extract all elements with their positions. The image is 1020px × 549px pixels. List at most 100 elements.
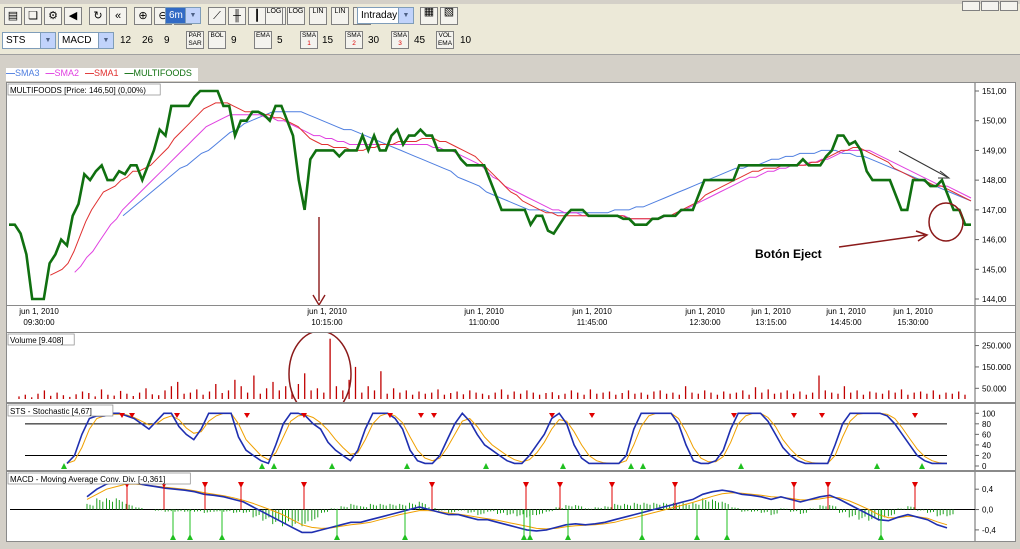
sma1-label: SMA — [301, 32, 317, 39]
stochastic-tick-label: 20 — [982, 451, 991, 460]
rewind-button[interactable]: « — [109, 7, 127, 25]
sma3-index: 3 — [398, 40, 402, 47]
sma1-value[interactable]: 15 — [322, 35, 333, 46]
period-value: 6m — [169, 10, 183, 21]
ema-button[interactable]: EMA — [254, 31, 272, 49]
print-button[interactable]: ▤ — [4, 7, 22, 25]
par-sar-button[interactable]: PAR SAR — [186, 31, 204, 49]
macd-param[interactable]: 12 — [120, 35, 131, 46]
buy-signal-marker — [170, 534, 176, 540]
time-tick-time: 12:30:00 — [689, 318, 721, 327]
time-tick-time: 09:30:00 — [23, 318, 55, 327]
eject-annotation-label: Botón Eject — [755, 247, 822, 261]
buy-signal-marker — [527, 534, 533, 540]
chevron-down-icon: ▼ — [98, 33, 113, 48]
macd-param[interactable]: 26 — [142, 35, 153, 46]
refresh-icon: ↻ — [93, 10, 103, 22]
time-tick-date: jun 1, 2010 — [892, 307, 933, 316]
copy-button[interactable]: ❏ — [24, 7, 42, 25]
legend-item: —MULTIFOODS — [125, 68, 192, 78]
vol-ema-value[interactable]: 10 — [460, 35, 471, 46]
line-chart-icon: ⟋ — [213, 10, 221, 22]
close-window-button[interactable] — [1000, 1, 1018, 11]
indicators-button[interactable]: ▦ — [420, 7, 438, 25]
mode-value: Intraday — [361, 10, 398, 21]
sound-button[interactable]: ◀ — [64, 7, 82, 25]
ema-value[interactable]: 5 — [277, 35, 283, 46]
price-tick-label: 150,00 — [982, 117, 1007, 126]
buy-signal-marker — [565, 534, 571, 540]
vol-ema-button[interactable]: VOL EMA — [436, 31, 454, 49]
stochastic-tick-label: 40 — [982, 441, 991, 450]
minimize-window-button[interactable] — [962, 1, 980, 11]
sma3-value[interactable]: 45 — [414, 35, 425, 46]
sell-signal-marker — [429, 482, 435, 488]
chart-settings-button[interactable]: ▧ — [440, 7, 458, 25]
sell-signal-marker — [418, 413, 424, 418]
log-sub-button[interactable]: LOG — [287, 7, 305, 25]
sell-signal-marker — [912, 482, 918, 488]
log-button[interactable]: LOG — [265, 7, 283, 25]
macd-chart: 0,4 0,0 -0,4 MACD - Moving Average Conv. Di… — [7, 472, 996, 541]
bol-button[interactable]: BOL — [208, 31, 226, 49]
log-button-label: LOG — [266, 8, 282, 15]
macd-panel: 0,4 0,0 -0,4 MACD - Moving Average Conv. Di… — [6, 471, 1016, 542]
maximize-window-button[interactable] — [981, 1, 999, 11]
legend-item: —SMA2 — [46, 68, 80, 78]
buy-signal-marker — [483, 463, 489, 469]
time-axis-panel: jun 1, 2010 09:30:00 jun 1, 2010 10:15:00 ju… — [6, 306, 1016, 332]
candle-chart-button[interactable]: ┃ — [248, 7, 266, 25]
sound-icon: ◀ — [68, 10, 78, 22]
panel-title: MACD - Moving Average Conv. Div. [-0,361… — [10, 475, 165, 484]
sma1-index: 1 — [307, 40, 311, 47]
vol-ema-label: VOL EMA — [437, 32, 453, 47]
bol-value[interactable]: 9 — [231, 35, 237, 46]
sell-signal-marker — [672, 482, 678, 488]
chart-legend: —SMA3 —SMA2 —SMA1 —MULTIFOODS — [6, 68, 198, 81]
sma2-value[interactable]: 30 — [368, 35, 379, 46]
sma1-button[interactable]: SMA 1 — [300, 31, 318, 49]
sma3-button[interactable]: SMA 3 — [391, 31, 409, 49]
legend-label: SMA1 — [94, 68, 119, 78]
volume-panel: 250.000 150.000 50.000 Volume [9.408] — [6, 330, 1016, 418]
sell-signal-marker — [791, 482, 797, 488]
lin-sub-button[interactable]: LIN — [331, 7, 349, 25]
line-chart-button[interactable]: ⟋ — [208, 7, 226, 25]
buy-signal-marker — [187, 534, 193, 540]
zoom-in-button[interactable]: ⊕ — [134, 7, 152, 25]
time-tick-date: jun 1, 2010 — [463, 307, 504, 316]
mode-select[interactable]: Intraday ▼ — [357, 7, 414, 24]
sell-signal-marker — [791, 413, 797, 418]
symbol-select[interactable]: STS ▼ — [2, 32, 56, 49]
buy-signal-marker — [521, 534, 527, 540]
sma2-button[interactable]: SMA 2 — [345, 31, 363, 49]
bol-label: BOL — [210, 32, 224, 39]
price-tick-label: 151,00 — [982, 87, 1007, 96]
print-icon: ▤ — [7, 10, 19, 22]
refresh-button[interactable]: ↻ — [89, 7, 107, 25]
period-select[interactable]: 6m ▼ — [165, 7, 201, 24]
sell-signal-marker — [523, 482, 529, 488]
indicator-toolbar: STS ▼ MACD ▼ 12 26 9 PAR SAR BOL 9 EMA 5 SMA 1 15 SMA 2 3… — [0, 29, 1020, 55]
ema-label: EMA — [255, 32, 271, 39]
indicator-select[interactable]: MACD ▼ — [58, 32, 114, 49]
volume-tick-label: 50.000 — [982, 384, 1007, 393]
price-chart: 151,00 150,00 149,00 148,00 147,00 146,00 145,… — [7, 83, 1007, 307]
lin-button[interactable]: LIN — [309, 7, 327, 25]
time-tick-time: 11:45:00 — [577, 318, 608, 327]
panel-title: STS - Stochastic [4,67] — [10, 407, 92, 416]
stochastic-panel: 100 80 60 40 20 0 STS - Stochastic [4,67] — [6, 403, 1016, 471]
sell-signal-marker — [589, 413, 595, 418]
price-tick-label: 145,00 — [982, 265, 1007, 274]
legend-swatch: — — [124, 68, 134, 78]
copy-icon: ❏ — [28, 10, 38, 22]
bar-chart-button[interactable]: ╫ — [228, 7, 246, 25]
settings-button[interactable]: ⚙ — [44, 7, 62, 25]
lin-button-label: LIN — [312, 8, 324, 15]
chevron-down-icon: ▼ — [185, 8, 200, 23]
macd-param[interactable]: 9 — [164, 35, 170, 46]
buy-signal-marker — [694, 534, 700, 540]
main-toolbar: ▤❏⚙◀↻«⊕⊖⌕6m▼⟋╫┃⌐LOGLOGLINLIN%Intraday▼▦▧ — [0, 1, 1020, 30]
annotation-circle — [928, 202, 964, 242]
sell-signal-marker — [819, 413, 825, 418]
